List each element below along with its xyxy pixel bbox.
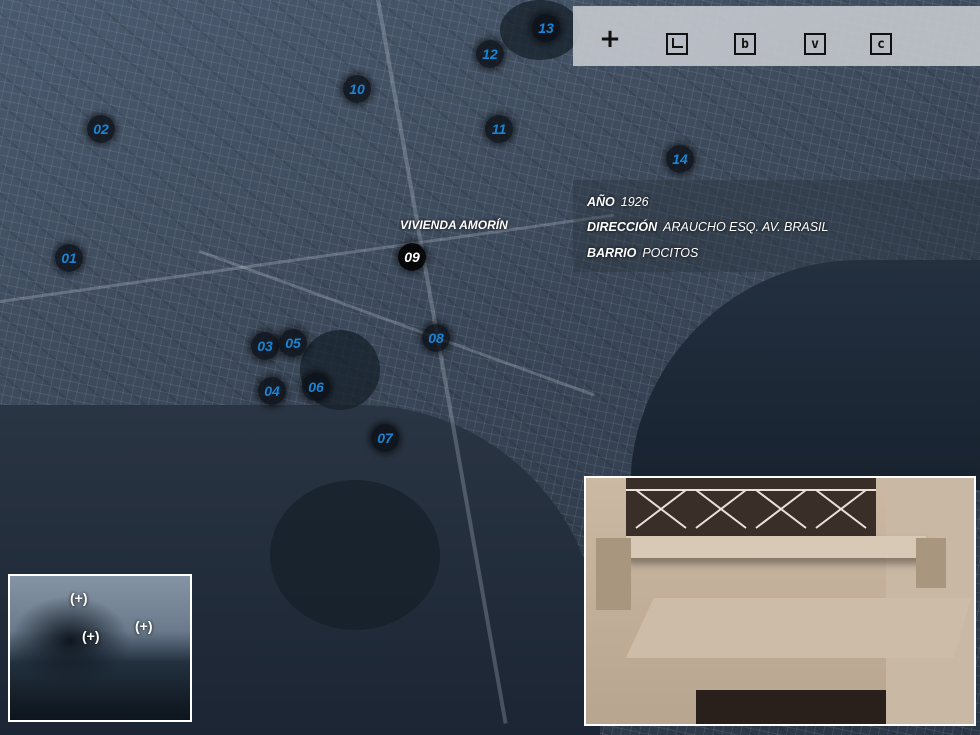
- year-key: AÑO: [587, 195, 615, 209]
- photo-bracket: [916, 538, 946, 588]
- marker-14[interactable]: 14: [666, 145, 694, 173]
- minimap-zoom-marker[interactable]: (+): [70, 590, 88, 606]
- avenue: [198, 250, 595, 397]
- marker-08[interactable]: 08: [422, 324, 450, 352]
- marker-03[interactable]: 03: [251, 332, 279, 360]
- zoom-in-button[interactable]: +: [599, 24, 621, 54]
- corner-arrow-button[interactable]: [666, 33, 688, 55]
- marker-04[interactable]: 04: [258, 377, 286, 405]
- marker-10[interactable]: 10: [343, 75, 371, 103]
- address-value: ARAUCHO ESQ. AV. BRASIL: [663, 220, 829, 234]
- b-button[interactable]: b: [734, 33, 756, 55]
- photo-door: [696, 690, 886, 724]
- marker-13[interactable]: 13: [532, 14, 560, 42]
- year-value: 1926: [620, 195, 649, 209]
- marker-11[interactable]: 11: [485, 115, 513, 143]
- photo-bracket: [596, 538, 631, 610]
- corner-arrow-icon: [672, 38, 683, 48]
- district-key: BARRIO: [587, 246, 637, 260]
- marker-05[interactable]: 05: [279, 329, 307, 357]
- park-area: [270, 480, 440, 630]
- toolbar: + b v c: [573, 6, 980, 66]
- photo-balcony-slab: [626, 536, 926, 558]
- bay-area: [630, 260, 980, 490]
- address-key: DIRECCIÓN: [587, 220, 658, 234]
- marker-07[interactable]: 07: [371, 424, 399, 452]
- v-button[interactable]: v: [804, 33, 826, 55]
- minimap-zoom-marker[interactable]: (+): [135, 618, 153, 634]
- marker-01[interactable]: 01: [55, 244, 83, 272]
- minimap[interactable]: (+) (+) (+): [8, 574, 192, 722]
- info-district: BARRIO POCITOS: [587, 246, 698, 260]
- marker-06[interactable]: 06: [302, 373, 330, 401]
- selected-building-title: VIVIENDA AMORÍN: [400, 218, 508, 232]
- minimap-zoom-marker[interactable]: (+): [82, 628, 100, 644]
- marker-09-selected[interactable]: 09: [398, 243, 426, 271]
- marker-02[interactable]: 02: [87, 115, 115, 143]
- district-value: POCITOS: [642, 246, 699, 260]
- photo-lower-balcony: [626, 598, 971, 658]
- info-year: AÑO 1926: [587, 195, 649, 209]
- building-photo: [584, 476, 976, 726]
- c-button[interactable]: c: [870, 33, 892, 55]
- balcony-railing-icon: [626, 489, 876, 529]
- info-address: DIRECCIÓN ARAUCHO ESQ. AV. BRASIL: [587, 220, 828, 234]
- marker-12[interactable]: 12: [476, 40, 504, 68]
